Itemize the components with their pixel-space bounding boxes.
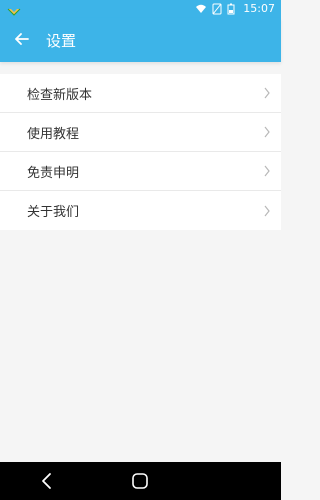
settings-item-label: 免责申明 <box>27 165 80 181</box>
wifi-icon <box>195 3 207 15</box>
home-icon[interactable] <box>125 466 155 496</box>
back-icon[interactable] <box>32 466 62 496</box>
back-button[interactable] <box>0 18 44 62</box>
status-bar: 15:07 <box>0 0 281 18</box>
arrow-left-icon <box>15 31 29 50</box>
system-navigation-bar <box>0 462 281 500</box>
settings-item-tutorial[interactable]: 使用教程 <box>0 113 281 152</box>
settings-item-check-update[interactable]: 检查新版本 <box>0 74 281 113</box>
notification-icon <box>7 3 21 16</box>
chevron-right-icon <box>263 126 271 138</box>
chevron-right-icon <box>263 205 271 217</box>
page-title: 设置 <box>46 31 77 50</box>
status-time: 15:07 <box>243 2 275 15</box>
app-bar: 设置 <box>0 18 281 62</box>
settings-item-label: 关于我们 <box>27 205 80 220</box>
settings-item-disclaimer[interactable]: 免责申明 <box>0 152 281 191</box>
settings-item-about[interactable]: 关于我们 <box>0 191 281 230</box>
settings-item-label: 检查新版本 <box>27 87 93 103</box>
no-sim-icon <box>211 3 223 15</box>
battery-icon <box>227 3 239 15</box>
status-icons: 15:07 <box>195 0 275 18</box>
chevron-right-icon <box>263 87 271 99</box>
settings-item-label: 使用教程 <box>27 126 80 142</box>
chevron-right-icon <box>263 165 271 177</box>
settings-list: 检查新版本 使用教程 免责申明 关于我们 <box>0 74 281 230</box>
